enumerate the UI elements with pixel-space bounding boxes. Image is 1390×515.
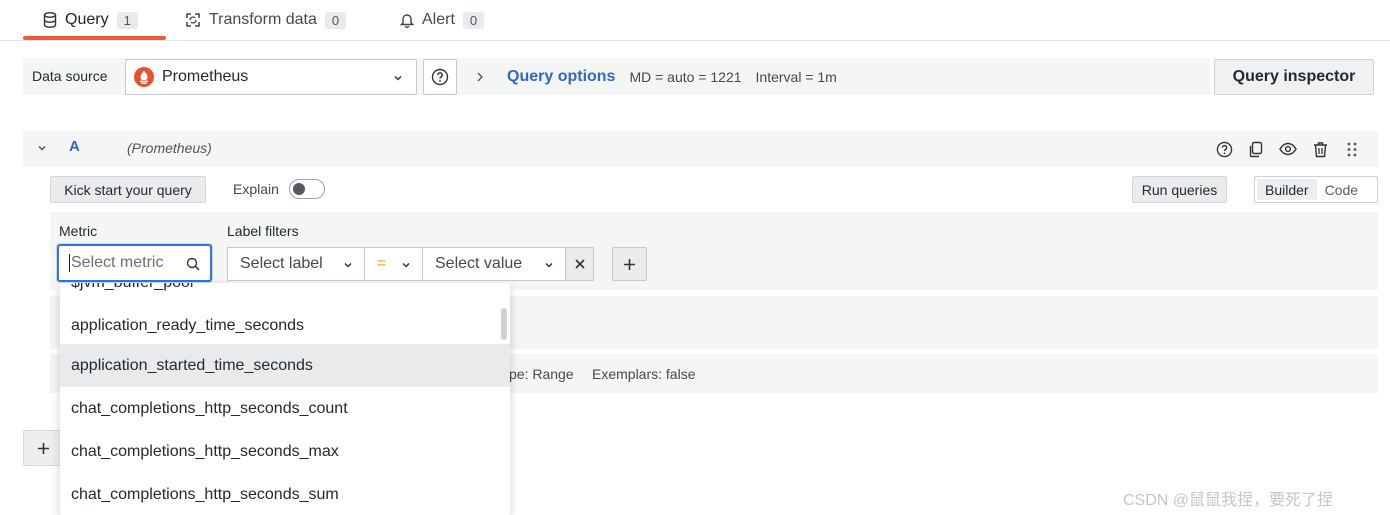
query-inspector-button[interactable]: Query inspector <box>1214 59 1374 95</box>
trash-icon[interactable] <box>1310 139 1330 159</box>
eye-icon[interactable] <box>1278 139 1298 159</box>
tab-alert[interactable]: Alert 0 <box>400 0 485 40</box>
bell-icon <box>400 12 414 28</box>
mode-code[interactable]: Code <box>1317 179 1366 200</box>
question-circle-icon <box>431 68 449 86</box>
watermark: CSDN @鼠鼠我捏，要死了捏 <box>1123 492 1334 509</box>
metric-dropdown-menu: $jvm_buffer_pool application_ready_time_… <box>60 283 510 515</box>
tab-query[interactable]: Query 1 <box>43 0 138 40</box>
datasource-label: Data source <box>32 68 108 84</box>
database-icon <box>43 12 57 28</box>
tab-transform[interactable]: Transform data 0 <box>185 0 347 40</box>
remove-label-filter-button[interactable] <box>565 247 594 281</box>
add-label-filter-button[interactable] <box>612 247 647 281</box>
tab-alert-count: 0 <box>462 11 485 29</box>
explain-toggle[interactable] <box>289 179 325 199</box>
collapse-chevron-icon[interactable] <box>36 142 48 154</box>
label-operator-value: = <box>377 255 387 272</box>
close-icon <box>574 259 585 269</box>
chevron-down-icon <box>543 259 555 271</box>
chevron-right-icon <box>475 71 485 83</box>
label-operator-select[interactable]: = <box>365 247 423 281</box>
metric-option[interactable]: $jvm_buffer_pool <box>60 283 510 304</box>
drag-handle-icon[interactable] <box>1342 139 1362 159</box>
text-caret <box>69 254 70 272</box>
query-options-toggle[interactable]: Query options MD = auto = 1221 Interval … <box>475 58 837 95</box>
query-datasource-name: (Prometheus) <box>127 140 212 156</box>
query-options-title: Query options <box>507 67 616 85</box>
label-value-select[interactable]: Select value <box>422 247 566 281</box>
metric-label: Metric <box>59 223 98 239</box>
search-icon <box>186 257 200 271</box>
chevron-down-icon <box>400 259 412 271</box>
metric-option[interactable]: chat_completions_http_seconds_sum <box>60 473 510 515</box>
tab-query-label: Query <box>65 11 109 28</box>
query-ref-id[interactable]: A <box>69 138 80 155</box>
label-filters-label: Label filters <box>227 223 299 239</box>
datasource-picker[interactable]: Prometheus <box>125 59 417 95</box>
mode-builder[interactable]: Builder <box>1257 179 1317 200</box>
active-tab-indicator <box>23 36 166 40</box>
plus-icon <box>623 258 636 271</box>
query-row-header[interactable] <box>23 131 1378 167</box>
datasource-selected: Prometheus <box>162 68 249 85</box>
editor-mode-switch: Builder Code <box>1254 176 1378 203</box>
metric-option[interactable]: chat_completions_http_seconds_count <box>60 387 510 430</box>
run-queries-button[interactable]: Run queries <box>1132 176 1227 203</box>
toggle-knob <box>293 183 305 195</box>
metric-option[interactable]: chat_completions_http_seconds_max <box>60 430 510 473</box>
chevron-down-icon <box>392 72 404 84</box>
chevron-down-icon <box>342 259 354 271</box>
label-value-placeholder: Select value <box>435 255 523 272</box>
tab-transform-count: 0 <box>324 11 347 29</box>
metric-placeholder: Select metric <box>71 254 164 271</box>
metric-option-highlighted[interactable]: application_started_time_seconds <box>60 344 510 387</box>
dropdown-scrollbar[interactable] <box>501 308 507 340</box>
tab-bar: Query 1 Transform data 0 Alert 0 <box>0 0 1390 41</box>
max-data-points-info: MD = auto = 1221 <box>629 68 742 85</box>
tab-transform-label: Transform data <box>209 11 317 28</box>
label-key-placeholder: Select label <box>240 255 323 272</box>
datasource-help-button[interactable] <box>423 59 457 95</box>
options-type-text: pe: Range <box>509 366 574 382</box>
tab-query-count: 1 <box>116 11 138 29</box>
plus-icon <box>37 442 50 455</box>
options-exemplars-text: Exemplars: false <box>592 366 696 382</box>
help-circle-icon[interactable] <box>1214 139 1234 159</box>
transform-icon <box>185 12 201 28</box>
query-row-actions <box>1214 139 1362 159</box>
tab-alert-label: Alert <box>422 11 455 28</box>
copy-icon[interactable] <box>1246 139 1266 159</box>
add-query-button[interactable] <box>23 430 63 466</box>
metric-select-input[interactable]: Select metric <box>57 244 212 282</box>
label-key-select[interactable]: Select label <box>227 247 365 281</box>
interval-info: Interval = 1m <box>755 68 837 85</box>
metric-option[interactable]: application_ready_time_seconds <box>60 304 510 347</box>
explain-label: Explain <box>233 181 279 197</box>
kick-start-button[interactable]: Kick start your query <box>50 176 206 203</box>
prometheus-logo-icon <box>134 67 154 87</box>
